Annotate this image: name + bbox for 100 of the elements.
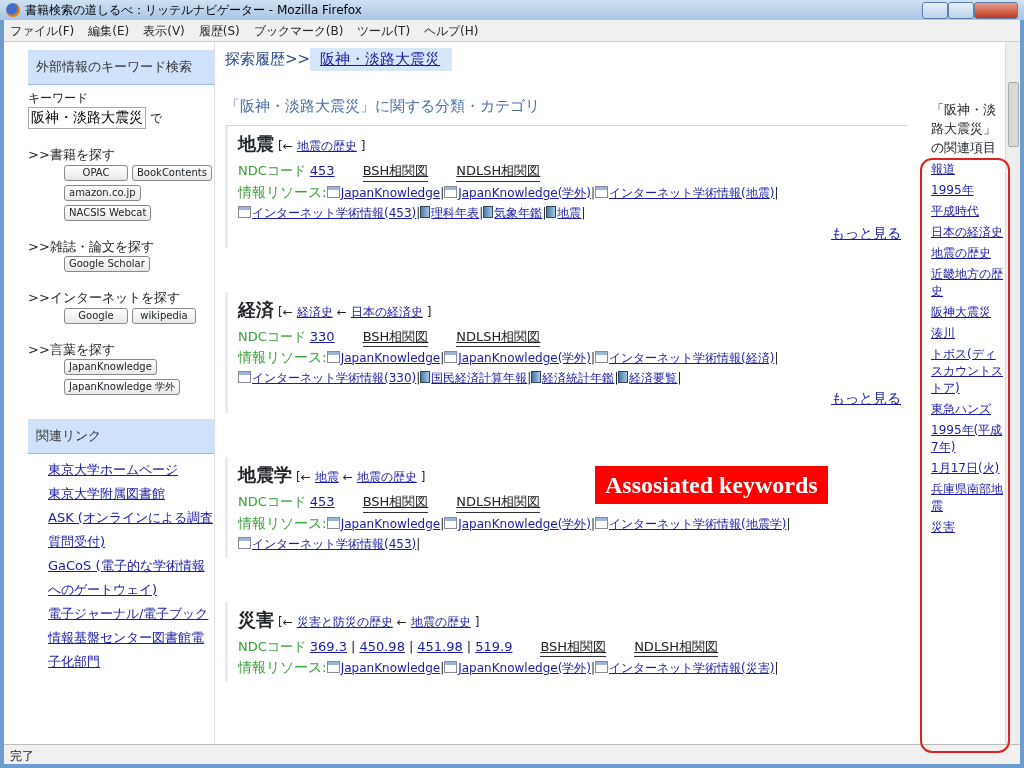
close-button[interactable] bbox=[974, 1, 1018, 19]
path-link[interactable]: 地震の歴史 bbox=[356, 468, 417, 486]
keyword-link[interactable]: 1995年 bbox=[931, 182, 1005, 199]
menu-item[interactable]: 編集(E) bbox=[88, 21, 130, 40]
search-button[interactable]: JapanKnowledge 学外 bbox=[64, 379, 181, 395]
book-icon bbox=[618, 371, 629, 383]
related-link[interactable]: ASK (オンラインによる調査質問受付) bbox=[28, 506, 214, 554]
separator-text: | bbox=[677, 371, 682, 385]
webpage-icon bbox=[595, 185, 609, 198]
resource-link[interactable]: インターネット学術情報(453) bbox=[252, 205, 417, 220]
ndc-link[interactable]: 451.98 bbox=[417, 636, 463, 656]
search-button[interactable]: Google bbox=[64, 307, 128, 324]
resource-link[interactable]: JapanKnowledge(学外) bbox=[458, 661, 591, 675]
book-icon bbox=[531, 371, 542, 383]
keyword-field[interactable]: 阪神・淡路大震災 bbox=[28, 107, 146, 129]
maximize-button[interactable] bbox=[948, 1, 974, 19]
field-label: NDCコード bbox=[238, 637, 306, 656]
resource-link[interactable]: インターネット学術情報(330) bbox=[252, 371, 417, 385]
path-link[interactable]: 災害と防災の歴史 bbox=[296, 612, 393, 631]
annotation-label: Assosiated keywords bbox=[595, 466, 828, 504]
related-link[interactable]: 電子ジャーナル/電子ブック bbox=[28, 602, 214, 626]
menu-item[interactable]: ツール(T) bbox=[357, 21, 411, 40]
keyword-link[interactable]: 日本の経済史 bbox=[931, 224, 1005, 241]
ndc-link[interactable]: 450.98 bbox=[359, 636, 405, 656]
keyword-link[interactable]: 近畿地方の歴史 bbox=[931, 266, 1005, 300]
menu-item[interactable]: 表示(V) bbox=[143, 21, 185, 40]
path-link[interactable]: 地震の歴史 bbox=[410, 612, 471, 631]
resource-link[interactable]: インターネット学術情報(453) bbox=[252, 536, 417, 551]
ndc-link[interactable]: 453 bbox=[309, 161, 335, 181]
separator-text: | bbox=[351, 637, 356, 656]
path-link[interactable]: 地震の歴史 bbox=[296, 137, 357, 155]
keyword-link[interactable]: 災害 bbox=[931, 519, 1005, 536]
resource-link[interactable]: JapanKnowledge(学外) bbox=[458, 185, 591, 200]
map-link[interactable]: NDLSH相関図 bbox=[456, 326, 541, 347]
keyword-link[interactable]: 湊川 bbox=[931, 325, 1005, 342]
resource-link[interactable]: JapanKnowledge(学外) bbox=[458, 351, 591, 365]
keyword-link[interactable]: 地震の歴史 bbox=[931, 245, 1005, 262]
field-label: NDCコード bbox=[238, 493, 306, 511]
map-link[interactable]: BSH相関図 bbox=[362, 326, 429, 347]
webpage-icon bbox=[238, 371, 251, 383]
scroll-thumb[interactable] bbox=[1008, 82, 1019, 147]
search-button[interactable]: OPAC bbox=[64, 164, 128, 181]
webpage-icon bbox=[444, 516, 458, 529]
map-link[interactable]: NDLSH相関図 bbox=[456, 161, 541, 182]
map-link[interactable]: NDLSH相関図 bbox=[634, 636, 719, 657]
more-link[interactable]: もっと見る bbox=[831, 224, 901, 241]
ndc-link[interactable]: 453 bbox=[309, 492, 335, 512]
search-button[interactable]: Google Scholar bbox=[64, 256, 150, 272]
keyword-link[interactable]: 阪神大震災 bbox=[931, 304, 1005, 321]
search-button[interactable]: amazon.co.jp bbox=[64, 184, 141, 201]
keyword-link[interactable]: 報道 bbox=[931, 161, 1005, 178]
separator-text: | bbox=[786, 516, 791, 531]
path-link[interactable]: 地震 bbox=[314, 468, 339, 486]
webpage-icon bbox=[444, 661, 458, 673]
webpage-icon bbox=[238, 205, 251, 218]
separator-text: | bbox=[466, 637, 472, 656]
category-title: 経済 bbox=[238, 297, 274, 322]
keyword-link[interactable]: 兵庫県南部地震 bbox=[931, 481, 1005, 515]
menu-item[interactable]: ブックマーク(B) bbox=[253, 21, 344, 40]
map-link[interactable]: BSH相関図 bbox=[362, 492, 429, 513]
related-link[interactable]: 情報基盤センター図書館電子化部門 bbox=[28, 626, 214, 674]
search-button[interactable]: wikipedia bbox=[132, 307, 196, 324]
minimize-button[interactable] bbox=[922, 1, 948, 19]
map-link[interactable]: BSH相関図 bbox=[362, 161, 429, 182]
map-link[interactable]: BSH相関図 bbox=[540, 636, 607, 657]
path-link[interactable]: 経済史 bbox=[296, 302, 333, 321]
related-link[interactable]: GaCoS (電子的な学術情報へのゲートウェイ) bbox=[28, 554, 214, 602]
search-button[interactable]: NACSIS Webcat bbox=[64, 204, 152, 221]
more-link[interactable]: もっと見る bbox=[831, 390, 901, 406]
resource-link[interactable]: JapanKnowledge(学外) bbox=[458, 516, 591, 531]
keyword-link[interactable]: 1月17日(火) bbox=[931, 460, 1005, 477]
field-label: 情報リソース: bbox=[238, 514, 327, 531]
keyword-link[interactable]: トボス(ディスカウントストア) bbox=[931, 346, 1005, 397]
resource-link[interactable]: 国民経済計算年報 bbox=[431, 371, 528, 385]
ndc-link[interactable]: 519.9 bbox=[475, 636, 513, 656]
menu-item[interactable]: ファイル(F) bbox=[10, 21, 75, 40]
panel-heading: 関連リンク bbox=[28, 419, 214, 454]
search-button[interactable]: BookContents bbox=[132, 164, 212, 181]
ndc-link[interactable]: 330 bbox=[309, 326, 335, 346]
separator-text: | bbox=[440, 661, 445, 675]
bracket-text: ] bbox=[360, 138, 366, 155]
category-title: 災害 bbox=[238, 607, 274, 632]
related-heading: 「阪神・淡路大震災」の関連項目 bbox=[931, 101, 997, 157]
map-link[interactable]: NDLSH相関図 bbox=[456, 492, 541, 513]
related-link[interactable]: 東京大学ホームページ bbox=[28, 458, 214, 482]
keyword-link[interactable]: 平成時代 bbox=[931, 203, 1005, 220]
bracket-text: ] bbox=[426, 303, 432, 321]
keyword-link[interactable]: 1995年(平成7年) bbox=[931, 422, 1005, 456]
menu-item[interactable]: 履歴(S) bbox=[198, 21, 240, 40]
field-label: 情報リソース: bbox=[238, 659, 327, 675]
separator-text: | bbox=[591, 185, 596, 200]
keyword-link[interactable]: 東急ハンズ bbox=[931, 401, 1005, 418]
separator-text: | bbox=[479, 205, 484, 220]
search-button[interactable]: JapanKnowledge bbox=[64, 359, 157, 375]
breadcrumb-link[interactable]: 阪神・淡路大震災 bbox=[310, 48, 453, 71]
menu-item[interactable]: ヘルプ(H) bbox=[424, 21, 479, 40]
path-link[interactable]: 日本の経済史 bbox=[350, 302, 423, 321]
ndc-link[interactable]: 369.3 bbox=[309, 636, 348, 656]
section-heading: >>インターネットを探す bbox=[28, 289, 181, 307]
related-link[interactable]: 東京大学附属図書館 bbox=[28, 482, 214, 506]
